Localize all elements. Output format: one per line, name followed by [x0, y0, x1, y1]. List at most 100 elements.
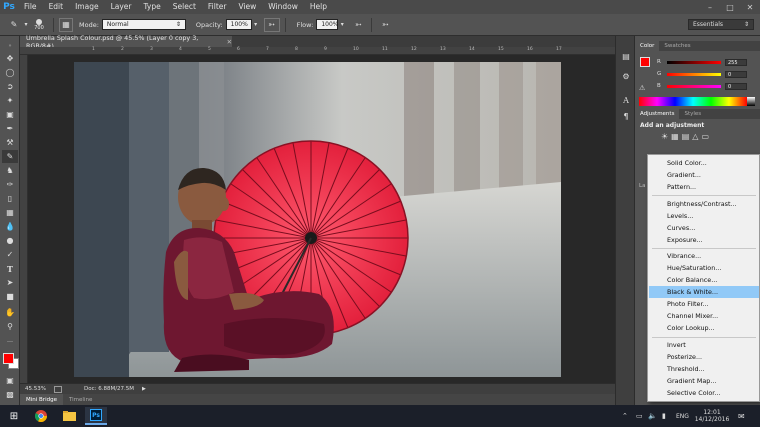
menu-selective-color[interactable]: Selective Color...	[649, 387, 759, 399]
gradient-tool-icon[interactable]: ▦	[2, 206, 18, 219]
menu-vibrance[interactable]: Vibrance...	[649, 250, 759, 262]
menu-hue-saturation[interactable]: Hue/Saturation...	[649, 262, 759, 274]
type-tool-icon[interactable]: T	[2, 262, 18, 275]
menu-curves[interactable]: Curves...	[649, 222, 759, 234]
menu-layer[interactable]: Layer	[105, 0, 138, 14]
network-icon[interactable]: ▭	[636, 405, 643, 427]
tab-styles[interactable]: Styles	[679, 109, 706, 119]
menu-image[interactable]: Image	[69, 0, 105, 14]
menu-black-white[interactable]: Black & White...	[649, 286, 759, 298]
eyedropper-tool-icon[interactable]: ✒	[2, 122, 18, 135]
quick-mask-icon[interactable]: ▣	[2, 374, 18, 387]
menu-view[interactable]: View	[232, 0, 262, 14]
character-panel-icon[interactable]: A	[618, 94, 634, 107]
move-tool-icon[interactable]: ✥	[2, 52, 18, 65]
opacity-field[interactable]: 100%	[225, 19, 252, 30]
tab-timeline[interactable]: Timeline	[63, 394, 98, 405]
history-brush-tool-icon[interactable]: ✑	[2, 178, 18, 191]
crop-tool-icon[interactable]: ▣	[2, 108, 18, 121]
notifications-icon[interactable]: ✉	[738, 405, 745, 427]
menu-solid-color[interactable]: Solid Color...	[649, 157, 759, 169]
lasso-tool-icon[interactable]: ➲	[2, 80, 18, 93]
properties-panel-icon[interactable]: ⚙	[618, 70, 634, 83]
menu-select[interactable]: Select	[167, 0, 202, 14]
photoshop-taskbar-icon[interactable]: Ps	[85, 407, 107, 425]
more-tools-icon[interactable]: …	[2, 334, 18, 347]
menu-color-balance[interactable]: Color Balance...	[649, 274, 759, 286]
tray-chevron-icon[interactable]: ⌃	[622, 405, 628, 427]
volume-icon[interactable]: 🔈	[648, 405, 657, 427]
eraser-tool-icon[interactable]: ▯	[2, 192, 18, 205]
zoom-tool-icon[interactable]: ⚲	[2, 320, 18, 333]
chrome-icon[interactable]	[30, 407, 52, 425]
pen-tool-icon[interactable]: ✓	[2, 248, 18, 261]
tab-swatches[interactable]: Swatches	[659, 41, 695, 51]
document-tab[interactable]: Umbrella Splash Colour.psd @ 45.5% (Laye…	[20, 34, 232, 50]
tab-adjustments[interactable]: Adjustments	[635, 109, 680, 119]
tab-color[interactable]: Color	[635, 41, 660, 51]
brush-panel-icon[interactable]: ▦	[59, 17, 73, 32]
zoom-level[interactable]: 45.53%	[25, 386, 46, 392]
menu-channel-mixer[interactable]: Channel Mixer...	[649, 310, 759, 322]
menu-window[interactable]: Window	[262, 0, 304, 14]
menu-filter[interactable]: Filter	[202, 0, 233, 14]
tab-mini-bridge[interactable]: Mini Bridge	[20, 394, 63, 405]
collapse-icon[interactable]: »	[2, 39, 18, 52]
close-icon[interactable]: ✕	[740, 0, 760, 14]
marquee-tool-icon[interactable]: ◯	[2, 66, 18, 79]
menu-levels[interactable]: Levels...	[649, 210, 759, 222]
menu-invert[interactable]: Invert	[649, 339, 759, 351]
opacity-dropdown-icon[interactable]: ▾	[252, 18, 260, 32]
menu-file[interactable]: File	[18, 0, 43, 14]
pressure-size-icon[interactable]: ➳	[377, 18, 393, 32]
layers-tab-stub[interactable]: La	[639, 183, 645, 189]
slider-r-value[interactable]: 255	[725, 58, 747, 66]
menu-color-lookup[interactable]: Color Lookup...	[649, 322, 759, 334]
maximize-icon[interactable]: □	[720, 0, 740, 14]
menu-help[interactable]: Help	[304, 0, 333, 14]
adjustment-icons-row[interactable]: ☀▦▤△▭	[661, 132, 712, 141]
brush-tool-icon[interactable]: ✎	[2, 150, 18, 163]
healing-brush-tool-icon[interactable]: ⚒	[2, 136, 18, 149]
path-selection-tool-icon[interactable]: ➤	[2, 276, 18, 289]
slider-g[interactable]: G 0	[657, 70, 757, 78]
menu-gradient[interactable]: Gradient...	[649, 169, 759, 181]
document-image[interactable]	[74, 62, 561, 377]
foreground-color-swatch[interactable]	[3, 353, 14, 364]
info-icon[interactable]	[53, 385, 62, 393]
menu-posterize[interactable]: Posterize...	[649, 351, 759, 363]
blur-tool-icon[interactable]: 💧	[2, 220, 18, 233]
menu-type[interactable]: Type	[138, 0, 167, 14]
shape-tool-icon[interactable]: ■	[2, 290, 18, 303]
status-menu-icon[interactable]: ▶	[142, 386, 146, 392]
grayscale-ramp[interactable]	[747, 97, 755, 106]
pressure-opacity-icon[interactable]: ➳	[263, 17, 280, 32]
slider-r[interactable]: R 255	[657, 58, 757, 66]
menu-photo-filter[interactable]: Photo Filter...	[649, 298, 759, 310]
color-spectrum-bar[interactable]	[639, 97, 747, 106]
hand-tool-icon[interactable]: ✋	[2, 306, 18, 319]
slider-b[interactable]: B 0	[657, 82, 757, 90]
battery-icon[interactable]: ▮	[662, 405, 666, 427]
slider-g-value[interactable]: 0	[725, 70, 747, 78]
chevron-down-icon[interactable]: ▾	[22, 18, 30, 32]
menu-gradient-map[interactable]: Gradient Map...	[649, 375, 759, 387]
brush-preset-picker[interactable]: 700	[30, 17, 48, 33]
language-indicator[interactable]: ENG	[676, 405, 689, 427]
menu-pattern[interactable]: Pattern...	[649, 181, 759, 193]
mode-select[interactable]: Normal ⇕	[101, 19, 186, 30]
menu-brightness-contrast[interactable]: Brightness/Contrast...	[649, 198, 759, 210]
clock[interactable]: 12:01 14/12/2016	[695, 405, 730, 427]
menu-exposure[interactable]: Exposure...	[649, 234, 759, 246]
menu-threshold[interactable]: Threshold...	[649, 363, 759, 375]
history-panel-icon[interactable]: ▤	[618, 50, 634, 63]
close-tab-icon[interactable]: ✕	[227, 38, 232, 46]
quick-selection-tool-icon[interactable]: ✦	[2, 94, 18, 107]
airbrush-icon[interactable]: ➵	[350, 18, 366, 32]
minimize-icon[interactable]: –	[700, 0, 720, 14]
brush-tool-preset-icon[interactable]: ✎	[6, 18, 22, 32]
workspace-select[interactable]: Essentials ⇕	[688, 19, 754, 30]
flow-field[interactable]: 100%	[316, 19, 338, 30]
menu-edit[interactable]: Edit	[43, 0, 70, 14]
clone-stamp-tool-icon[interactable]: ♞	[2, 164, 18, 177]
